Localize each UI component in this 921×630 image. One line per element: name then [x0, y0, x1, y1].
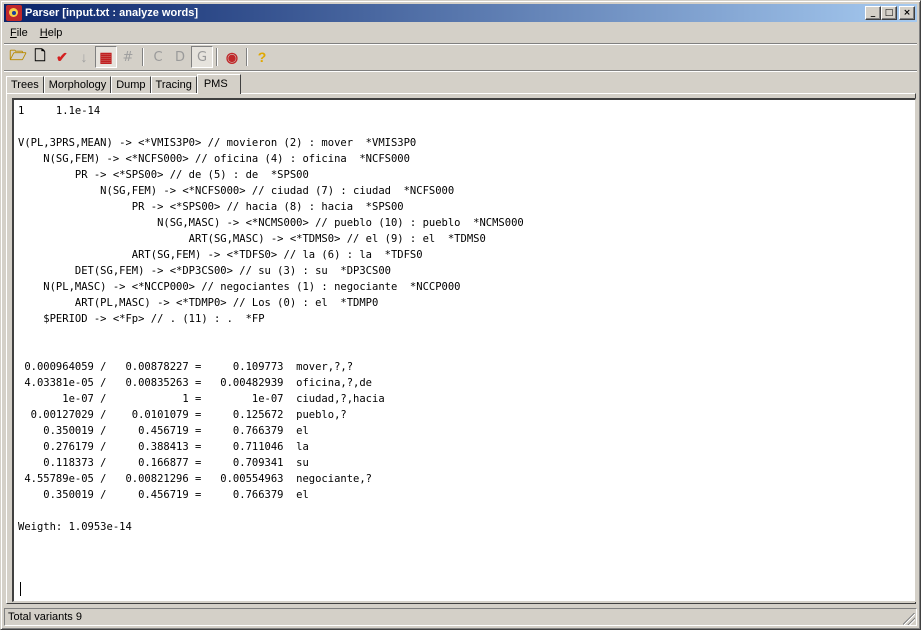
- resize-grip[interactable]: [903, 613, 915, 625]
- menu-separator: [4, 43, 917, 45]
- tab-pms[interactable]: PMS: [196, 74, 241, 94]
- tree-view-button[interactable]: ▦: [95, 46, 117, 68]
- open-folder-icon: 🗁: [9, 47, 27, 63]
- checkmark-button[interactable]: ✔: [51, 46, 73, 68]
- parser-app-icon: ◉: [225, 48, 239, 65]
- title-bar[interactable]: Parser [input.txt : analyze words] _ □ ×: [4, 4, 917, 22]
- toolbar-divider: [142, 48, 144, 66]
- menu-file-accel: F: [10, 26, 17, 39]
- text-caret: [20, 582, 21, 596]
- hash-icon: #: [122, 49, 134, 65]
- parser-app-button[interactable]: ◉: [221, 46, 243, 68]
- toolbar-separator: [4, 70, 917, 72]
- letter-c-icon: C: [153, 49, 163, 65]
- output-text: 1 1.1e-14 V(PL,3PRS,MEAN) -> <*VMIS3P0> …: [18, 105, 524, 533]
- toolbar: 🗁 🗋 ✔ ↓ ▦ # C D G ◉?: [7, 46, 907, 68]
- menu-bar: File Help: [4, 23, 917, 42]
- toolbar-divider: [246, 48, 248, 66]
- tab-strip: Trees Morphology Dump Tracing PMS: [6, 74, 241, 94]
- help-icon: ?: [257, 49, 267, 65]
- maximize-button[interactable]: □: [881, 6, 897, 20]
- window-controls: _ □ ×: [865, 6, 915, 20]
- window-title: Parser [input.txt : analyze words]: [25, 7, 198, 19]
- menu-help-label: elp: [47, 26, 63, 39]
- letter-g-button[interactable]: G: [191, 46, 213, 68]
- down-arrow-button[interactable]: ↓: [73, 46, 95, 68]
- parser-window: Parser [input.txt : analyze words] _ □ ×…: [0, 0, 921, 630]
- output-text-area[interactable]: 1 1.1e-14 V(PL,3PRS,MEAN) -> <*VMIS3P0> …: [12, 98, 916, 602]
- status-text: Total variants 9: [4, 608, 917, 626]
- letter-d-icon: D: [174, 49, 185, 65]
- letter-c-button[interactable]: C: [147, 46, 169, 68]
- tab-trees[interactable]: Trees: [6, 76, 44, 94]
- status-bar: Total variants 9: [4, 607, 917, 627]
- parser-app-icon[interactable]: [6, 5, 22, 21]
- tab-tracing[interactable]: Tracing: [150, 76, 197, 94]
- hash-button[interactable]: #: [117, 46, 139, 68]
- checkmark-icon: ✔: [56, 48, 68, 65]
- new-document-button[interactable]: 🗋: [29, 46, 51, 68]
- letter-g-icon: G: [196, 49, 208, 65]
- help-button[interactable]: ?: [251, 46, 273, 68]
- menu-help[interactable]: Help: [34, 27, 69, 39]
- new-document-icon: 🗋: [34, 47, 46, 63]
- tab-dump[interactable]: Dump: [111, 76, 151, 94]
- down-arrow-icon: ↓: [80, 49, 88, 65]
- tab-morphology[interactable]: Morphology: [43, 76, 112, 94]
- tree-view-icon: ▦: [99, 48, 113, 65]
- open-folder-button[interactable]: 🗁: [7, 46, 29, 68]
- menu-help-accel: H: [39, 26, 48, 39]
- minimize-button[interactable]: _: [865, 6, 881, 20]
- toolbar-divider: [216, 48, 218, 66]
- letter-d-button[interactable]: D: [169, 46, 191, 68]
- menu-file-label: ile: [16, 26, 28, 39]
- menu-file[interactable]: File: [4, 27, 34, 39]
- close-button[interactable]: ×: [899, 6, 915, 20]
